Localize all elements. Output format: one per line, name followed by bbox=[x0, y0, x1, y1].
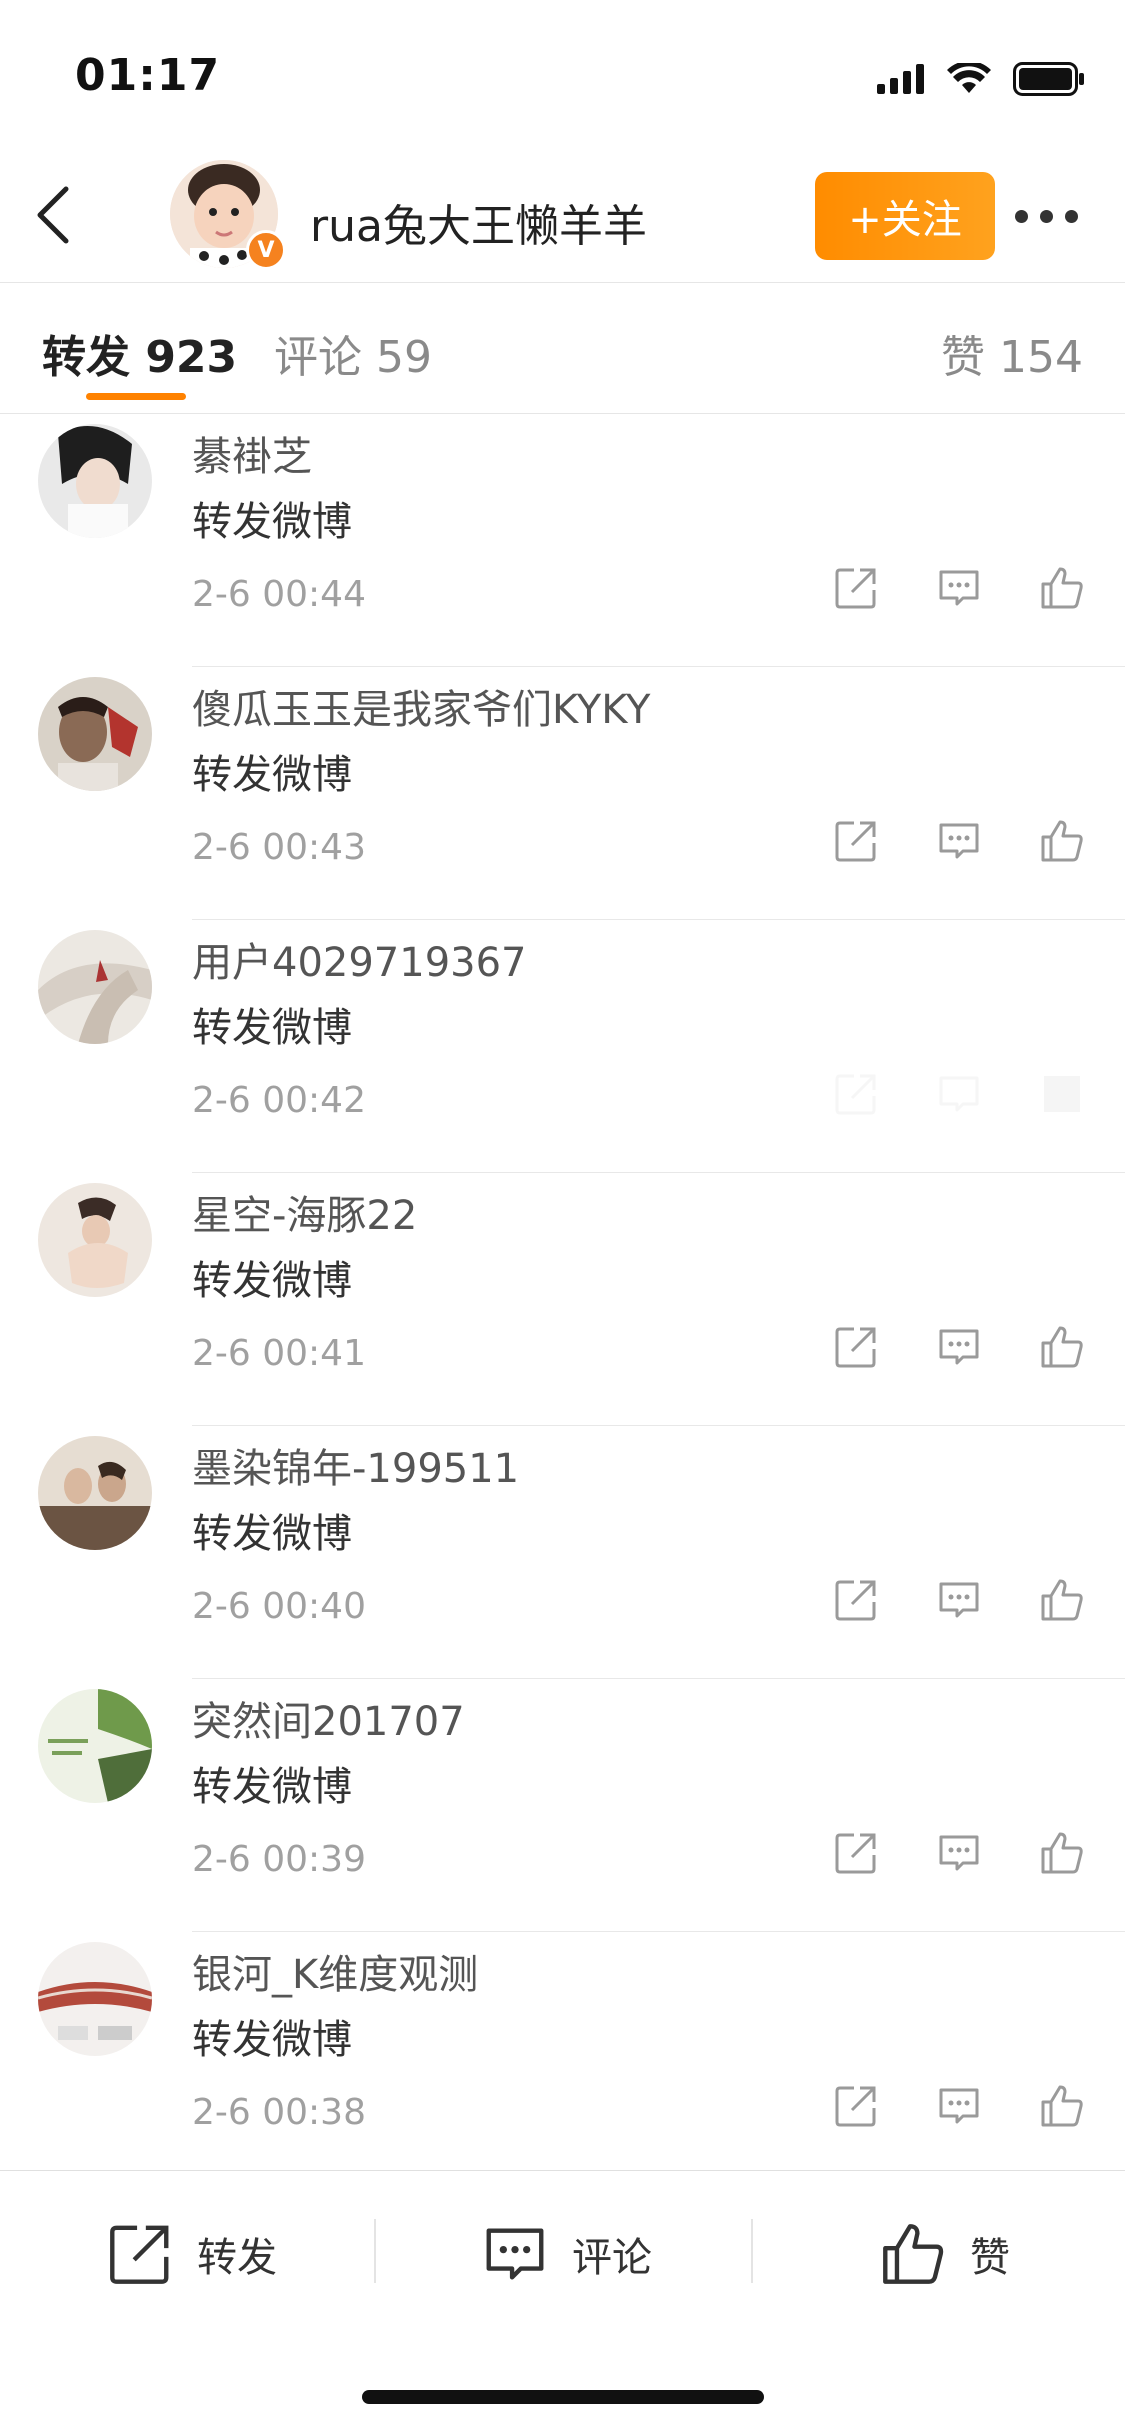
share-icon bbox=[110, 2225, 169, 2284]
row-actions bbox=[832, 1323, 1086, 1371]
comment-icon[interactable] bbox=[935, 1576, 983, 1624]
like-icon[interactable] bbox=[1038, 1576, 1086, 1624]
avatar[interactable] bbox=[38, 930, 152, 1044]
like-label: 赞 bbox=[970, 2235, 1010, 2281]
repost-text: 转发微博 bbox=[192, 1258, 352, 1304]
comment-icon[interactable] bbox=[935, 1323, 983, 1371]
list-item[interactable]: 傻瓜玉玉是我家爷们KYKY 转发微博 2-6 00:43 bbox=[0, 667, 1125, 920]
repost-time: 2-6 00:38 bbox=[192, 2092, 366, 2133]
like-button[interactable]: 赞 bbox=[878, 2219, 1010, 2289]
tab-like[interactable]: 赞 154 bbox=[941, 321, 1083, 385]
battery-icon bbox=[1013, 62, 1084, 96]
list-item[interactable]: 银河_K维度观测 转发微博 2-6 00:38 bbox=[0, 1932, 1125, 2185]
list-item[interactable]: 突然间201707 转发微博 2-6 00:39 bbox=[0, 1679, 1125, 1932]
avatar[interactable] bbox=[38, 1689, 152, 1803]
share-icon[interactable] bbox=[832, 2082, 880, 2130]
like-icon[interactable] bbox=[1038, 1829, 1086, 1877]
divider bbox=[751, 2219, 753, 2283]
reposter-name[interactable]: 傻瓜玉玉是我家爷们KYKY bbox=[192, 677, 650, 735]
row-actions bbox=[832, 1070, 1086, 1118]
row-actions bbox=[832, 817, 1086, 865]
status-time: 01:17 bbox=[75, 50, 221, 101]
share-icon[interactable] bbox=[832, 1070, 880, 1118]
comment-icon[interactable] bbox=[935, 2082, 983, 2130]
reposter-name[interactable]: 突然间201707 bbox=[192, 1689, 465, 1747]
row-actions bbox=[832, 1576, 1086, 1624]
repost-label: 转发 bbox=[197, 2235, 277, 2281]
comment-button[interactable]: 评论 bbox=[480, 2219, 652, 2289]
repost-text: 转发微博 bbox=[192, 1764, 352, 1810]
row-actions bbox=[832, 564, 1086, 612]
reposter-name[interactable]: 星空-海豚22 bbox=[192, 1183, 417, 1241]
share-icon[interactable] bbox=[832, 817, 880, 865]
repost-time: 2-6 00:40 bbox=[192, 1586, 366, 1627]
repost-time: 2-6 00:43 bbox=[192, 827, 366, 868]
like-icon[interactable] bbox=[1038, 564, 1086, 612]
more-options-icon[interactable] bbox=[1015, 210, 1085, 226]
tab-repost[interactable]: 转发 923 bbox=[42, 321, 237, 385]
list-item[interactable]: 墨染锦年-199511 转发微博 2-6 00:40 bbox=[0, 1426, 1125, 1679]
like-icon[interactable] bbox=[1038, 2082, 1086, 2130]
avatar[interactable] bbox=[38, 1942, 152, 2056]
repost-text: 转发微博 bbox=[192, 1005, 352, 1051]
status-icons bbox=[877, 62, 1085, 96]
back-arrow-icon[interactable] bbox=[30, 185, 80, 245]
like-icon[interactable] bbox=[1038, 1323, 1086, 1371]
repost-text: 转发微博 bbox=[192, 2017, 352, 2063]
repost-text: 转发微博 bbox=[192, 499, 352, 545]
repost-time: 2-6 00:42 bbox=[192, 1080, 366, 1121]
repost-time: 2-6 00:41 bbox=[192, 1333, 366, 1374]
share-icon[interactable] bbox=[832, 1576, 880, 1624]
avatar[interactable] bbox=[38, 1183, 152, 1297]
row-actions bbox=[832, 1829, 1086, 1877]
comment-icon[interactable] bbox=[935, 817, 983, 865]
tab-comment[interactable]: 评论 59 bbox=[274, 321, 432, 385]
avatar[interactable] bbox=[38, 1436, 152, 1550]
list-item[interactable]: 綦褂芝 转发微博 2-6 00:44 bbox=[0, 414, 1125, 667]
list-item[interactable]: 星空-海豚22 转发微博 2-6 00:41 bbox=[0, 1173, 1125, 1426]
interaction-tabs: 转发 923 评论 59 赞 154 bbox=[0, 283, 1125, 414]
reposter-name[interactable]: 墨染锦年-199511 bbox=[192, 1436, 519, 1494]
comment-icon bbox=[486, 2228, 544, 2280]
share-icon[interactable] bbox=[832, 564, 880, 612]
divider bbox=[374, 2219, 376, 2283]
profile-header: V rua兔大王懒羊羊 +关注 bbox=[0, 150, 1125, 283]
comment-icon[interactable] bbox=[935, 1829, 983, 1877]
share-icon[interactable] bbox=[832, 1829, 880, 1877]
repost-text: 转发微博 bbox=[192, 1511, 352, 1557]
comment-icon[interactable] bbox=[935, 564, 983, 612]
profile-username[interactable]: rua兔大王懒羊羊 bbox=[310, 190, 647, 254]
avatar[interactable] bbox=[38, 677, 152, 791]
reposter-name[interactable]: 綦褂芝 bbox=[192, 424, 312, 482]
repost-list: 綦褂芝 转发微博 2-6 00:44 傻瓜玉玉是我家爷们KYKY 转发微博 2-… bbox=[0, 414, 1125, 2185]
active-tab-indicator bbox=[86, 393, 186, 400]
wifi-icon bbox=[947, 63, 991, 93]
like-icon[interactable] bbox=[1038, 1070, 1086, 1118]
repost-time: 2-6 00:44 bbox=[192, 574, 366, 615]
signal-icon bbox=[877, 64, 924, 94]
bottom-action-bar: 转发 评论 赞 bbox=[0, 2170, 1125, 2341]
like-icon bbox=[883, 2224, 944, 2284]
repost-text: 转发微博 bbox=[192, 752, 352, 798]
verified-badge: V bbox=[246, 230, 286, 270]
follow-button[interactable]: +关注 bbox=[815, 172, 995, 260]
comment-label: 评论 bbox=[572, 2235, 652, 2281]
home-indicator[interactable] bbox=[362, 2390, 764, 2404]
repost-button[interactable]: 转发 bbox=[105, 2219, 277, 2289]
row-actions bbox=[832, 2082, 1086, 2130]
reposter-name[interactable]: 银河_K维度观测 bbox=[192, 1942, 478, 2000]
comment-icon[interactable] bbox=[935, 1070, 983, 1118]
like-icon[interactable] bbox=[1038, 817, 1086, 865]
list-item[interactable]: 用户4029719367 转发微博 2-6 00:42 bbox=[0, 920, 1125, 1173]
share-icon[interactable] bbox=[832, 1323, 880, 1371]
avatar[interactable] bbox=[38, 424, 152, 538]
repost-time: 2-6 00:39 bbox=[192, 1839, 366, 1880]
reposter-name[interactable]: 用户4029719367 bbox=[192, 930, 527, 988]
